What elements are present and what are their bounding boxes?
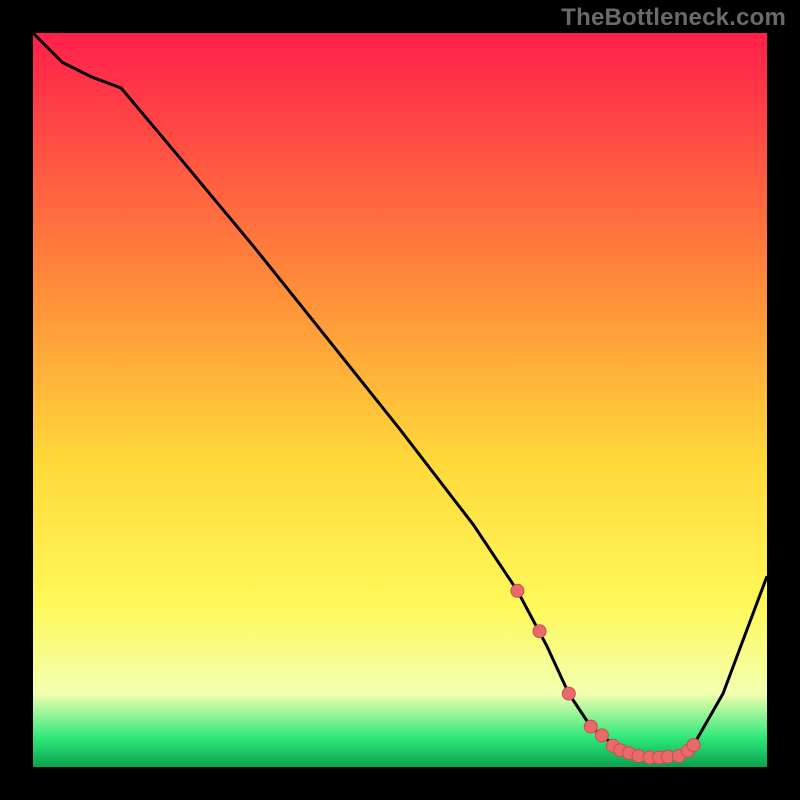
gradient-background [33, 33, 767, 767]
marker-point [687, 739, 700, 752]
watermark-text: TheBottleneck.com [561, 4, 786, 32]
marker-point [595, 729, 608, 742]
plot-area [33, 33, 767, 767]
marker-point [533, 625, 546, 638]
chart-frame: TheBottleneck.com [0, 0, 800, 800]
marker-point [584, 720, 597, 733]
marker-point [562, 687, 575, 700]
chart-svg [33, 33, 767, 767]
marker-point [511, 584, 524, 597]
